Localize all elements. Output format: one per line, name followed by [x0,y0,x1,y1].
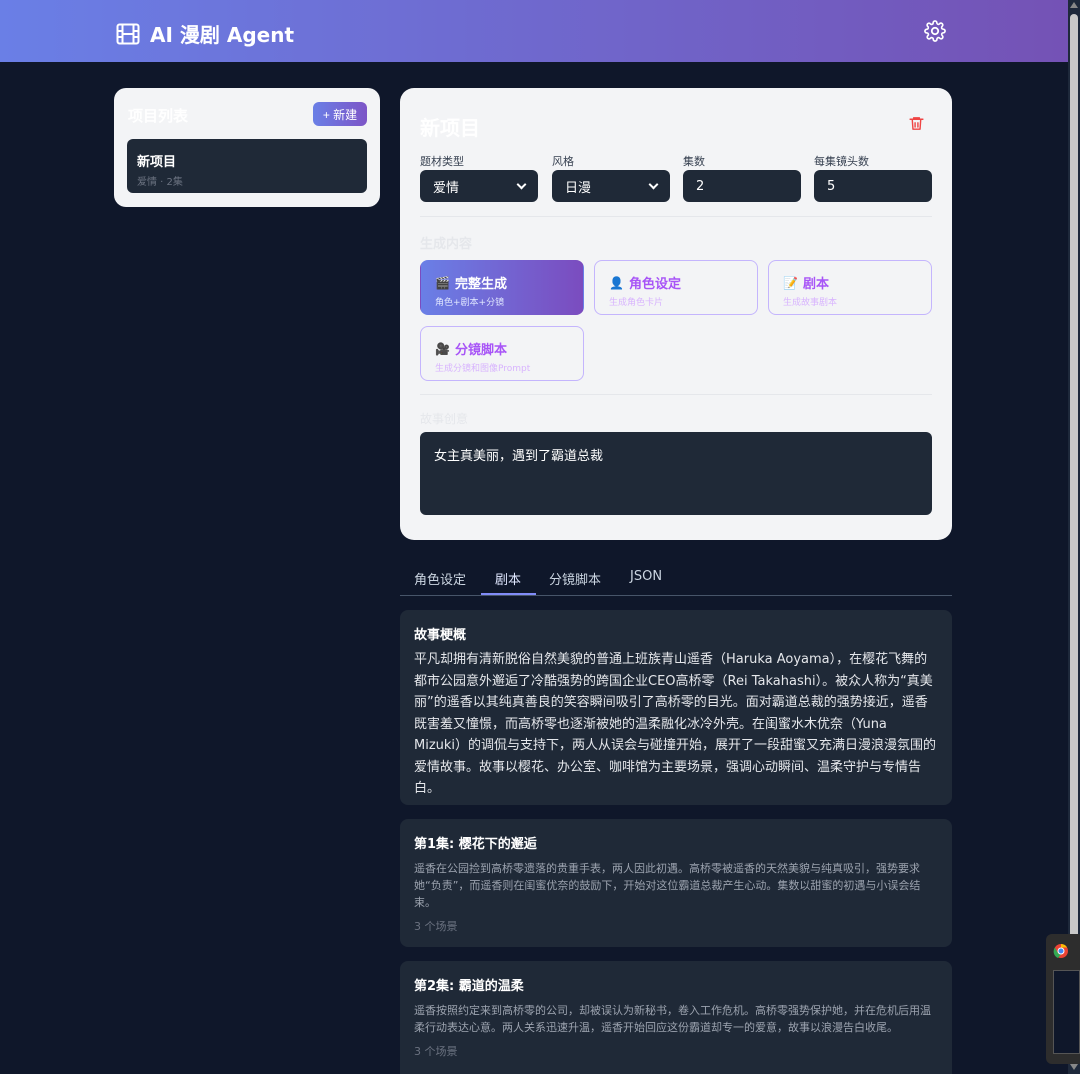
chevron-down-icon [516,179,527,189]
gen-option-full[interactable]: 🎬 完整生成 角色+剧本+分镜 [420,260,584,315]
episodes-input[interactable]: 2 [683,170,801,202]
clapper-icon: 🎬 [435,275,450,290]
gen-option-title: 角色设定 [628,277,681,292]
gen-option-sub: 生成分镜和图像Prompt [435,364,531,374]
gen-option-sub: 生成故事剧本 [783,298,838,308]
gen-option-sub: 生成角色卡片 [609,298,664,308]
scroll-up-arrow-icon[interactable] [1070,2,1078,8]
chevron-down-icon [648,179,659,189]
tab-script[interactable]: 剧本 [495,569,521,588]
settings-button[interactable] [924,20,948,44]
window-thumbnail [1053,970,1080,1054]
floating-window-preview[interactable] [1046,934,1080,1064]
gen-option-title: 剧本 [802,277,829,292]
trash-icon [909,117,924,130]
style-select[interactable]: 日漫 [552,170,670,202]
episode-scene-count: 3 个场景 [414,920,458,933]
project-title: 新项目 [420,116,480,140]
episodes-label: 集数 [683,155,705,168]
camera-icon: 🎥 [435,341,450,356]
delete-project-button[interactable] [908,115,926,133]
shots-label: 每集镜头数 [814,155,869,168]
scrollbar-thumb[interactable] [1070,14,1078,944]
episode-summary: 遥香按照约定来到高桥零的公司，却被误认为新秘书，卷入工作危机。高桥零强势保护她，… [414,1004,931,1034]
project-form-card: 新项目 题材类型 爱情 风格 日漫 集数 2 每集镜头数 5 生成内容 🎬 完整生… [400,88,952,540]
gear-icon [924,20,946,42]
project-list-panel: 项目列表 + 新建 新项目 爱情 · 2集 [114,88,380,207]
shots-input[interactable]: 5 [814,170,932,202]
browser-icon [1053,943,1068,958]
gen-option-script[interactable]: 📝 剧本 生成故事剧本 [768,260,932,315]
shots-value: 5 [827,178,836,194]
project-meta: 爱情 · 2集 [137,177,183,188]
gen-option-storyboard[interactable]: 🎥 分镜脚本 生成分镜和图像Prompt [420,326,584,381]
tab-json[interactable]: JSON [630,569,662,584]
synopsis-card: 故事梗概 平凡却拥有清新脱俗自然美貌的普通上班族青山遥香（Haruka Aoya… [400,610,952,805]
project-item[interactable]: 新项目 爱情 · 2集 [127,139,367,193]
style-label: 风格 [552,155,574,168]
divider [420,216,932,217]
style-value: 日漫 [565,180,592,196]
scroll-down-arrow-icon[interactable] [1070,1064,1078,1070]
gen-option-sub: 角色+剧本+分镜 [435,298,505,308]
memo-icon: 📝 [783,275,798,290]
new-project-button[interactable]: + 新建 [313,102,367,126]
project-list-title: 项目列表 [128,107,189,125]
app-title: AI 漫剧 Agent [150,23,295,47]
result-tabs: 角色设定 剧本 分镜脚本 JSON [400,562,952,596]
app-header: AI 漫剧 Agent [0,0,1068,62]
episode-title: 第1集: 樱花下的邂逅 [414,837,537,852]
synopsis-text: 平凡却拥有清新脱俗自然美貌的普通上班族青山遥香（Haruka Aoyama），在… [414,652,937,796]
synopsis-title: 故事梗概 [414,628,467,643]
story-textarea[interactable]: 女主真美丽，遇到了霸道总裁 [420,432,932,515]
film-icon [116,23,140,44]
genre-label: 题材类型 [420,155,464,168]
tab-characters[interactable]: 角色设定 [414,569,466,588]
tab-storyboard[interactable]: 分镜脚本 [549,569,601,588]
episode-card: 第1集: 樱花下的邂逅 遥香在公园捡到高桥零遗落的贵重手表，两人因此初遇。高桥零… [400,819,952,947]
episode-scene-count: 3 个场景 [414,1045,458,1058]
gen-option-title: 完整生成 [454,277,507,292]
gen-option-title: 分镜脚本 [454,343,507,358]
active-tab-indicator [481,593,536,595]
gen-option-characters[interactable]: 👤 角色设定 生成角色卡片 [594,260,758,315]
episode-summary: 遥香在公园捡到高桥零遗落的贵重手表，两人因此初遇。高桥零被遥香的天然美貌与纯真吸… [414,862,921,909]
project-name: 新项目 [137,155,177,170]
brand: AI 漫剧 Agent [116,19,294,48]
gen-section-label: 生成内容 [420,237,473,252]
episode-card: 第2集: 霸道的温柔 遥香按照约定来到高桥零的公司，却被误认为新秘书，卷入工作危… [400,961,952,1074]
episode-title: 第2集: 霸道的温柔 [414,979,524,994]
user-icon: 👤 [609,275,624,290]
genre-value: 爱情 [433,180,460,196]
genre-select[interactable]: 爱情 [420,170,538,202]
story-label: 故事创意 [420,412,469,426]
divider [420,394,932,395]
episodes-value: 2 [696,178,705,194]
